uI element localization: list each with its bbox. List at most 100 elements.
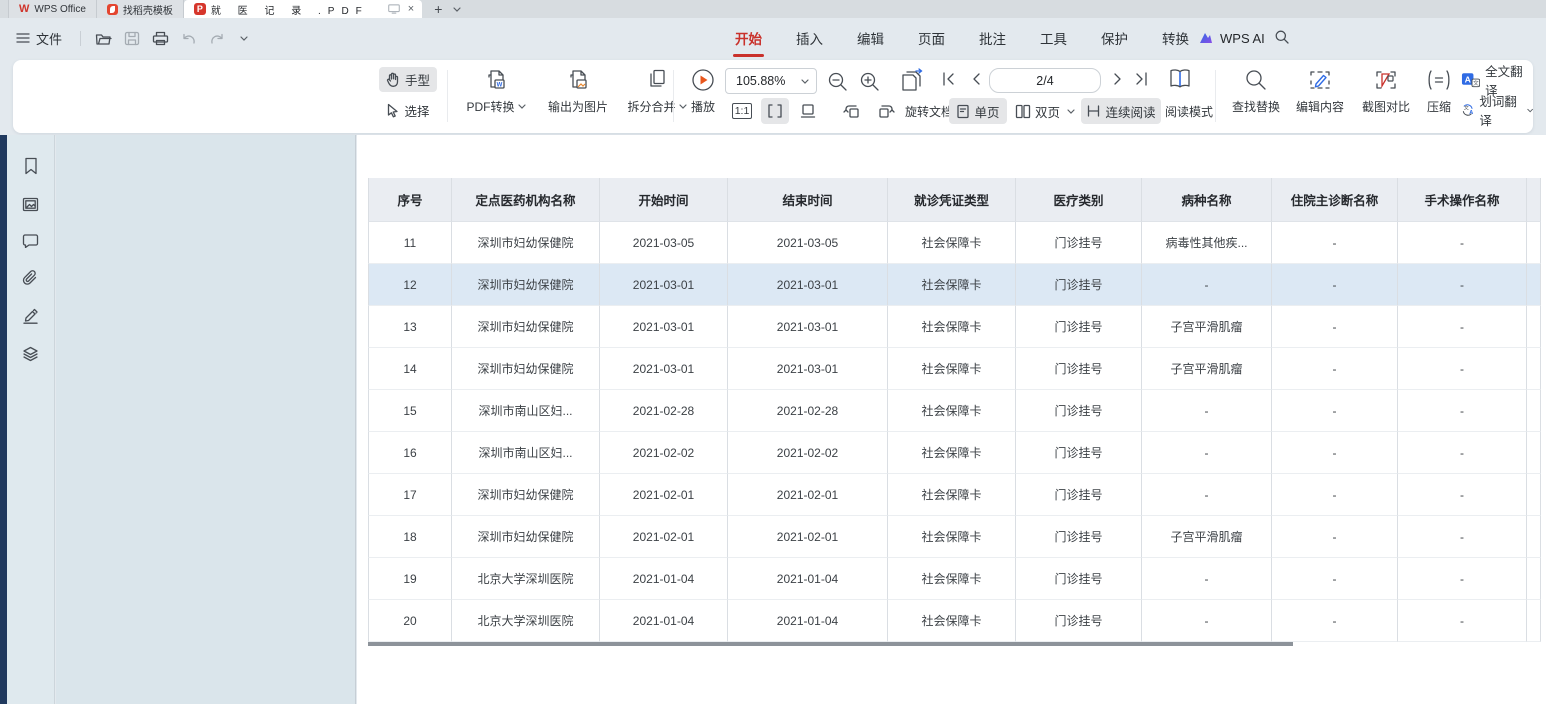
- table-header-cell: 结束时间: [728, 178, 888, 222]
- toolbar-separator: [447, 70, 448, 122]
- table-cell: -: [1398, 558, 1527, 600]
- continuous-reading-button[interactable]: 连续阅读: [1081, 98, 1161, 124]
- zoom-level-control[interactable]: [725, 68, 817, 94]
- page-indicator-input[interactable]: [1000, 74, 1090, 88]
- next-page-icon[interactable]: [1109, 71, 1125, 87]
- zoom-level-input[interactable]: [736, 74, 798, 88]
- table-cell: -: [1272, 390, 1398, 432]
- save-icon[interactable]: [124, 31, 140, 46]
- table-header-row: 序号定点医药机构名称开始时间结束时间就诊凭证类型医疗类别病种名称住院主诊断名称手…: [368, 178, 1541, 222]
- table-cell: 2021-03-01: [600, 264, 728, 306]
- table-row: 13深圳市妇幼保健院2021-03-012021-03-01社会保障卡门诊挂号子…: [368, 306, 1541, 348]
- table-cell: -: [1398, 390, 1527, 432]
- table-cell: [1527, 306, 1541, 348]
- table-cell: 门诊挂号: [1016, 348, 1142, 390]
- table-cell: 2021-03-05: [600, 222, 728, 264]
- rotate-right-button[interactable]: [873, 98, 899, 124]
- compress-button[interactable]: 压缩: [1419, 64, 1459, 115]
- rotate-left-button[interactable]: [839, 98, 865, 124]
- table-cell: 2021-03-01: [728, 348, 888, 390]
- zoom-chevron-icon[interactable]: [801, 79, 809, 84]
- read-mode-label[interactable]: 阅读模式: [1165, 103, 1213, 120]
- table-bottom-rule: [368, 642, 1293, 646]
- double-page-button[interactable]: 双页: [1013, 98, 1077, 124]
- tab-list-chevron-icon[interactable]: [453, 7, 461, 12]
- table-row: 20北京大学深圳医院2021-01-042021-01-04社会保障卡门诊挂号-…: [368, 600, 1541, 642]
- menu-tab-5[interactable]: 工具: [1040, 28, 1067, 48]
- zoom-out-icon[interactable]: [827, 71, 849, 93]
- table-cell: 子宫平滑肌瘤: [1142, 516, 1272, 558]
- menu-tab-1[interactable]: 插入: [796, 28, 823, 48]
- select-tool-button[interactable]: 选择: [381, 98, 435, 123]
- fit-width-button[interactable]: [761, 98, 789, 124]
- quick-access-bar: [80, 31, 248, 46]
- full-translate-button[interactable]: A 文 全文翻译: [1461, 69, 1533, 91]
- page-indicator-control[interactable]: [989, 68, 1101, 93]
- actual-size-button[interactable]: 1:1: [729, 98, 755, 124]
- menu-tab-3[interactable]: 页面: [918, 28, 945, 48]
- thumbnails-icon[interactable]: [22, 197, 39, 212]
- zoom-in-icon[interactable]: [859, 71, 881, 93]
- menu-tab-7[interactable]: 转换: [1162, 28, 1189, 48]
- read-mode-icon[interactable]: [1167, 66, 1193, 92]
- tab-document-pdf[interactable]: P 就 医 记 录 .PDF ×: [184, 0, 422, 18]
- word-translate-button[interactable]: 文 A 划词翻译: [1461, 99, 1533, 121]
- redo-icon[interactable]: [209, 32, 225, 45]
- menu-tab-0[interactable]: 开始: [735, 28, 762, 48]
- attachment-icon[interactable]: [22, 270, 39, 286]
- rotate-pages-icon[interactable]: [899, 68, 927, 94]
- signature-icon[interactable]: [22, 308, 39, 324]
- close-tab-icon[interactable]: ×: [408, 4, 414, 15]
- print-icon[interactable]: [152, 31, 169, 46]
- menu-bar: 文件 开始 插入 编辑 页面 批注 工具 保护 转换 WPS AI: [0, 18, 1546, 58]
- new-tab-icon[interactable]: +: [434, 1, 442, 17]
- table-cell: 11: [368, 222, 452, 264]
- window-edge-strip: [0, 135, 7, 704]
- file-menu-label: 文件: [36, 29, 62, 48]
- table-cell: 社会保障卡: [888, 264, 1016, 306]
- menu-tab-4[interactable]: 批注: [979, 28, 1006, 48]
- rotate-document-label[interactable]: 旋转文档: [905, 103, 953, 120]
- table-cell: 2021-02-02: [728, 432, 888, 474]
- edit-content-button[interactable]: 编辑内容: [1287, 64, 1353, 115]
- play-button[interactable]: 播放: [680, 64, 726, 115]
- table-header-cell: [1527, 178, 1541, 222]
- comment-icon[interactable]: [22, 234, 39, 248]
- export-image-button[interactable]: 输出为图片: [536, 64, 620, 115]
- single-page-icon: [956, 104, 970, 119]
- table-header-cell: 开始时间: [600, 178, 728, 222]
- wps-ai-button[interactable]: WPS AI: [1198, 18, 1265, 58]
- single-page-button[interactable]: 单页: [949, 98, 1007, 124]
- navigation-panel[interactable]: [56, 135, 356, 704]
- sidebar-icon-rail: [7, 135, 55, 704]
- quick-access-chevron-icon[interactable]: [240, 36, 248, 41]
- table-cell: -: [1272, 516, 1398, 558]
- tab-docer-templates[interactable]: 找稻壳模板: [97, 0, 184, 18]
- wps-ai-icon: [1198, 31, 1214, 45]
- find-replace-button[interactable]: 查找替换: [1225, 64, 1287, 115]
- table-header-cell: 手术操作名称: [1398, 178, 1527, 222]
- bookmark-icon[interactable]: [23, 157, 39, 175]
- table-cell: 2021-02-01: [728, 516, 888, 558]
- tab-wps-office[interactable]: W WPS Office: [8, 0, 97, 18]
- menu-tab-2[interactable]: 编辑: [857, 28, 884, 48]
- menu-tab-6[interactable]: 保护: [1101, 28, 1128, 48]
- table-cell: 北京大学深圳医院: [452, 558, 600, 600]
- table-cell: 17: [368, 474, 452, 516]
- open-file-icon[interactable]: [95, 31, 112, 46]
- table-cell: 社会保障卡: [888, 558, 1016, 600]
- present-monitor-icon[interactable]: [388, 4, 400, 14]
- hand-tool-button[interactable]: 手型: [379, 67, 437, 92]
- table-cell: 2021-02-28: [600, 390, 728, 432]
- previous-page-icon[interactable]: [969, 71, 985, 87]
- file-menu[interactable]: 文件: [16, 29, 62, 48]
- table-cell: [1527, 222, 1541, 264]
- layers-icon[interactable]: [22, 346, 39, 362]
- undo-icon[interactable]: [181, 32, 197, 45]
- screenshot-compare-button[interactable]: 截图对比: [1353, 64, 1419, 115]
- first-page-icon[interactable]: [941, 71, 957, 87]
- fit-page-button[interactable]: [795, 98, 821, 124]
- pdf-convert-button[interactable]: W PDF转换: [456, 64, 536, 115]
- last-page-icon[interactable]: [1133, 71, 1149, 87]
- search-icon[interactable]: [1274, 29, 1290, 45]
